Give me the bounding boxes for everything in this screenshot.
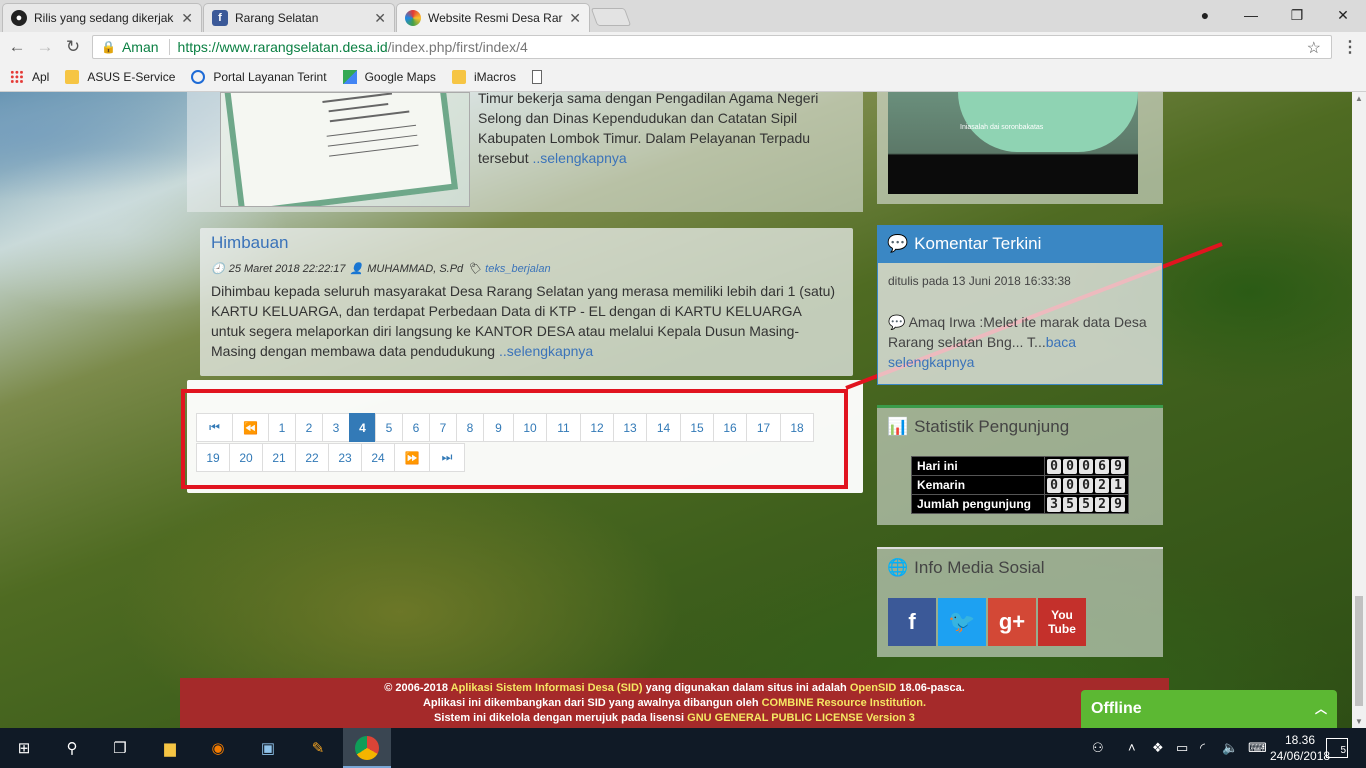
task-view-icon[interactable]: ❐ [108, 736, 132, 760]
media-heading: 🌐 Info Media Sosial [877, 549, 1163, 587]
scroll-thumb[interactable] [1355, 596, 1363, 706]
comments-icon: 💬 [887, 234, 909, 253]
chevron-up-icon[interactable]: ˄ [1128, 740, 1136, 755]
combine-link[interactable]: COMBINE Resource Institution. [762, 697, 926, 709]
footer-line: © 2006-2018 Aplikasi Sistem Informasi De… [384, 682, 965, 694]
stat-value: 00021 [1045, 477, 1128, 494]
video-caption: Iniasalah dai soronbakatas [960, 124, 1044, 131]
chat-status: Offline [1091, 700, 1142, 717]
stat-label: Kemarin [911, 475, 1045, 495]
clock-date: 24/06/2018 [1270, 749, 1331, 763]
comment-icon: 💬 [888, 314, 906, 330]
windows-start-icon[interactable]: ⊞ [12, 736, 36, 760]
statistik-heading: 📊 Statistik Pengunjung [877, 408, 1163, 446]
battery-icon[interactable]: ▭ [1176, 740, 1188, 756]
system-clock[interactable]: 18.36 24/06/2018 [1270, 732, 1330, 764]
bar-chart-icon: 📊 [887, 417, 909, 436]
search-icon[interactable]: ⚲ [60, 736, 84, 760]
video-frame [958, 92, 1138, 152]
keyboard-icon[interactable]: ⌨ [1248, 740, 1267, 756]
twitter-icon[interactable]: 🐦 [938, 598, 986, 646]
scroll-down-icon[interactable]: ▼ [1355, 717, 1363, 726]
taskbar: ⊞ ⚲ ❐ ▆ ◉ ▣ ✎ ⚇ ˄ ❖ ▭ ◜ 🔈 ⌨ 18.36 24/06/… [0, 728, 1366, 768]
heading-text: Komentar Terkini [914, 234, 1042, 253]
comment-text: 💬 Amaq Irwa :Melet ite marak data Desa R… [888, 312, 1156, 372]
google-plus-icon[interactable]: g+ [988, 598, 1036, 646]
heading-text: Info Media Sosial [914, 558, 1045, 577]
stat-row: Kemarin 0 0 0 2 1 [911, 475, 1129, 495]
sid-link[interactable]: Aplikasi Sistem Informasi Desa (SID) [451, 682, 643, 694]
footer-line: Aplikasi ini dikembangkan dari SID yang … [422, 697, 927, 709]
volume-icon[interactable]: 🔈 [1222, 740, 1238, 756]
wifi-icon[interactable]: ◜ [1200, 740, 1205, 756]
komentar-heading: 💬 Komentar Terkini [877, 225, 1163, 263]
comment-date: ditulis pada 13 Juni 2018 16:33:38 [888, 274, 1071, 288]
people-icon[interactable]: ⚇ [1092, 740, 1104, 756]
dropbox-icon[interactable]: ❖ [1152, 740, 1164, 756]
scroll-up-icon[interactable]: ▲ [1355, 94, 1363, 103]
site-footer: © 2006-2018 Aplikasi Sistem Informasi De… [180, 678, 1169, 728]
notification-center[interactable]: 5 [1326, 738, 1348, 758]
comment-body: Amaq Irwa :Melet ite marak data Desa Rar… [888, 314, 1147, 350]
chevron-up-icon: ︿ [1314, 702, 1327, 716]
scrollbar[interactable]: ▲ ▼ [1352, 92, 1366, 728]
file-explorer-icon[interactable]: ▆ [158, 736, 182, 760]
facebook-icon[interactable]: f [888, 598, 936, 646]
footer-line: Sistem ini dikelola dengan merujuk pada … [434, 712, 915, 724]
stat-label: Jumlah pengunjung [911, 494, 1045, 514]
stat-value: 00069 [1045, 458, 1128, 475]
stat-row: Jumlah pengunjung 3 5 5 2 9 [911, 494, 1129, 514]
stat-value: 35529 [1045, 496, 1128, 513]
video-player[interactable]: Iniasalah dai soronbakatas [888, 92, 1138, 194]
chrome-icon[interactable] [355, 736, 379, 760]
opensid-link[interactable]: OpenSID [850, 682, 896, 694]
stat-label: Hari ini [911, 456, 1045, 476]
chat-widget[interactable]: Offline ︿ [1081, 690, 1337, 728]
license-link[interactable]: GNU GENERAL PUBLIC LICENSE Version 3 [687, 712, 915, 724]
photos-icon[interactable]: ▣ [256, 736, 280, 760]
notification-count: 5 [1340, 745, 1346, 756]
app-icon[interactable]: ◉ [206, 736, 230, 760]
clock-time: 18.36 [1284, 733, 1316, 747]
visitor-stats-table: Hari ini 0 0 0 6 9 Kemarin 0 0 0 2 1 Jumlah pengunju… [911, 456, 1129, 514]
app-icon[interactable]: ✎ [306, 736, 330, 760]
globe-icon: 🌐 [887, 558, 909, 577]
stat-row: Hari ini 0 0 0 6 9 [911, 456, 1129, 476]
youtube-icon[interactable]: You Tube [1038, 598, 1086, 646]
heading-text: Statistik Pengunjung [914, 417, 1070, 436]
